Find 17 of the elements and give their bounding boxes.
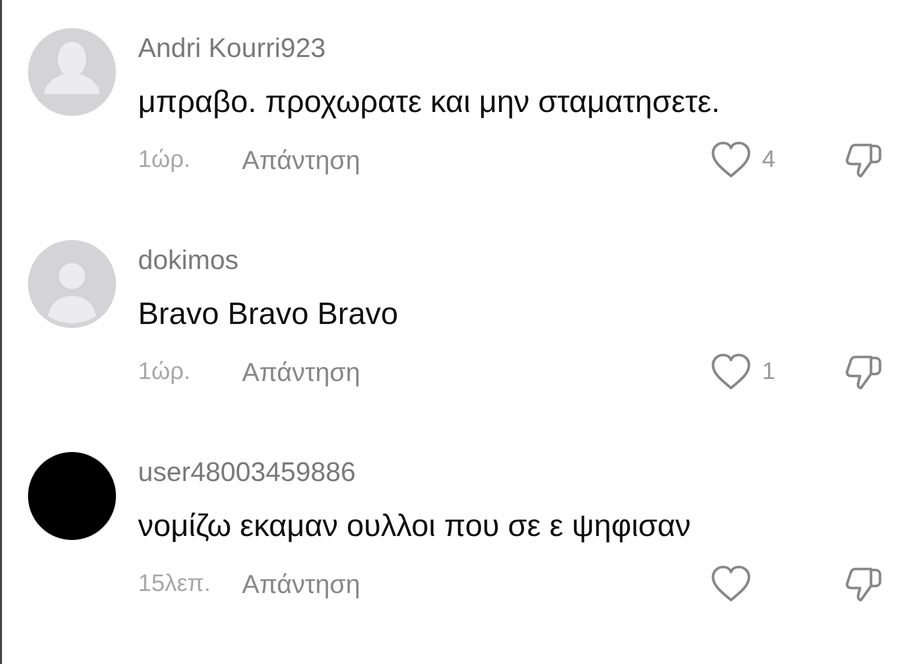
comment-text: μπραβο. προχωρατε και μην σταματησετε. bbox=[138, 83, 721, 121]
reply-link[interactable]: Απάντηση bbox=[242, 568, 360, 600]
reply-link[interactable]: Απάντηση bbox=[242, 144, 360, 176]
reply-link[interactable]: Απάντηση bbox=[242, 356, 360, 388]
heart-icon[interactable] bbox=[710, 141, 752, 179]
username[interactable]: dokimos bbox=[138, 240, 884, 280]
username[interactable]: Andri Kourri923 bbox=[138, 28, 884, 68]
like-count: 1 bbox=[762, 358, 776, 386]
username[interactable]: user48003459886 bbox=[138, 452, 884, 492]
comment-time: 15λεπ. bbox=[138, 570, 212, 598]
comment-text: νομίζω εκαμαν ουλλοι που σε ε ψηφισαν bbox=[138, 507, 692, 545]
comment-time: 1ώρ. bbox=[138, 146, 192, 174]
heart-icon[interactable] bbox=[710, 353, 752, 391]
comment-text: Bravo Bravo Bravo bbox=[138, 295, 400, 333]
like-count: 4 bbox=[762, 146, 776, 174]
heart-icon[interactable] bbox=[710, 565, 752, 603]
comment-time: 1ώρ. bbox=[138, 358, 192, 386]
